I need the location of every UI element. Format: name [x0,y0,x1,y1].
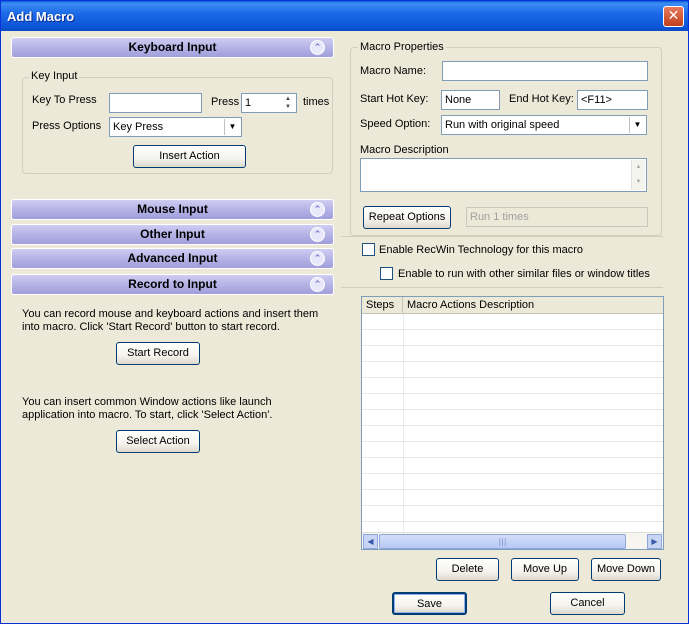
close-button[interactable]: ✕ [663,6,684,27]
collapse-chevron-icon[interactable]: ⌃ [310,277,325,292]
macro-actions-table[interactable]: Steps Macro Actions Description ◀ ||| ▶ [361,296,664,550]
macro-description-textarea[interactable]: ▲ ▼ [360,158,647,192]
horizontal-scrollbar[interactable]: ◀ ||| ▶ [362,532,663,549]
press-options-select[interactable]: Key Press ▼ [109,117,242,137]
repeat-count-field: Run 1 times [466,207,648,227]
times-label: times [303,96,330,108]
dropdown-arrow-icon[interactable]: ▼ [629,117,645,133]
window-help-line-1: You can insert common Window actions lik… [22,396,272,408]
macro-name-input[interactable] [442,61,648,81]
end-hot-key-input[interactable]: <F11> [577,90,648,110]
window-title: Add Macro [7,9,75,24]
keyboard-input-header[interactable]: Keyboard Input ⌃ [11,37,334,58]
move-down-button[interactable]: Move Down [591,558,661,581]
start-hot-key-label: Start Hot Key: [360,93,429,105]
enable-run-similar-checkbox[interactable] [380,267,393,280]
close-icon: ✕ [667,8,680,24]
table-row[interactable] [362,426,663,442]
record-to-input-header[interactable]: Record to Input ⌃ [11,274,334,295]
table-row[interactable] [362,362,663,378]
table-row[interactable] [362,330,663,346]
record-to-input-label: Record to Input [128,277,217,291]
title-bar[interactable]: Add Macro ✕ [1,1,688,31]
scroll-right-icon[interactable]: ▶ [647,534,662,549]
insert-action-button[interactable]: Insert Action [133,145,246,168]
dropdown-arrow-icon[interactable]: ▼ [224,119,240,135]
enable-recwin-label: Enable RecWin Technology for this macro [379,244,584,256]
other-input-header[interactable]: Other Input ⌃ [11,224,334,245]
press-count-stepper[interactable]: 1 ▲ ▼ [241,93,297,113]
table-row[interactable] [362,394,663,410]
scroll-left-icon[interactable]: ◀ [363,534,378,549]
table-row[interactable] [362,490,663,506]
advanced-input-label: Advanced Input [127,251,218,265]
press-label: Press [211,96,240,108]
expand-chevron-icon[interactable]: ⌃ [310,251,325,266]
collapse-chevron-icon[interactable]: ⌃ [310,40,325,55]
enable-run-similar-label: Enable to run with other similar files o… [398,268,650,280]
table-row[interactable] [362,458,663,474]
mouse-input-label: Mouse Input [137,202,208,216]
delete-button[interactable]: Delete [436,558,499,581]
start-hot-key-input[interactable]: None [441,90,500,110]
other-input-label: Other Input [140,227,205,241]
select-action-button[interactable]: Select Action [116,430,200,453]
speed-option-label: Speed Option: [360,118,431,130]
separator [341,287,663,288]
spin-arrows-icon[interactable]: ▲ ▼ [281,95,295,111]
press-options-value: Key Press [113,121,164,133]
key-to-press-input[interactable] [109,93,202,113]
table-row[interactable] [362,346,663,362]
end-hot-key-label: End Hot Key: [509,93,574,105]
move-up-button[interactable]: Move Up [511,558,579,581]
table-row[interactable] [362,442,663,458]
mouse-input-header[interactable]: Mouse Input ⌃ [11,199,334,220]
record-help-line-1: You can record mouse and keyboard action… [22,308,319,320]
keyboard-input-label: Keyboard Input [128,40,217,54]
scrollbar-thumb[interactable]: ||| [379,534,626,549]
enable-recwin-checkbox[interactable] [362,243,375,256]
macro-properties-group-label: Macro Properties [358,41,446,53]
speed-option-select[interactable]: Run with original speed ▼ [441,115,647,135]
table-row[interactable] [362,378,663,394]
table-row[interactable] [362,474,663,490]
save-button[interactable]: Save [392,592,467,615]
macro-description-label: Macro Description [360,144,449,156]
press-options-label: Press Options [32,120,102,132]
macro-name-label: Macro Name: [360,65,427,77]
expand-chevron-icon[interactable]: ⌃ [310,227,325,242]
table-row[interactable] [362,314,663,330]
table-row[interactable] [362,506,663,522]
table-row[interactable] [362,410,663,426]
speed-option-value: Run with original speed [445,119,560,131]
add-macro-dialog: Add Macro ✕ Keyboard Input ⌃ Key Input K… [0,0,689,624]
table-header: Steps Macro Actions Description [362,297,663,314]
window-help-line-2: application into macro. To start, click … [22,409,273,421]
key-to-press-label: Key To Press [32,94,97,106]
key-input-group-label: Key Input [29,70,80,82]
repeat-options-button[interactable]: Repeat Options [363,206,451,229]
cancel-button[interactable]: Cancel [550,592,625,615]
separator [341,236,663,237]
column-header-description[interactable]: Macro Actions Description [403,297,663,314]
column-header-steps[interactable]: Steps [362,297,403,314]
scroll-arrows-icon[interactable]: ▲ ▼ [631,160,645,190]
press-count-value: 1 [245,97,252,109]
start-record-button[interactable]: Start Record [116,342,200,365]
expand-chevron-icon[interactable]: ⌃ [310,202,325,217]
advanced-input-header[interactable]: Advanced Input ⌃ [11,248,334,269]
record-help-line-2: into macro. Click 'Start Record' button … [22,321,280,333]
